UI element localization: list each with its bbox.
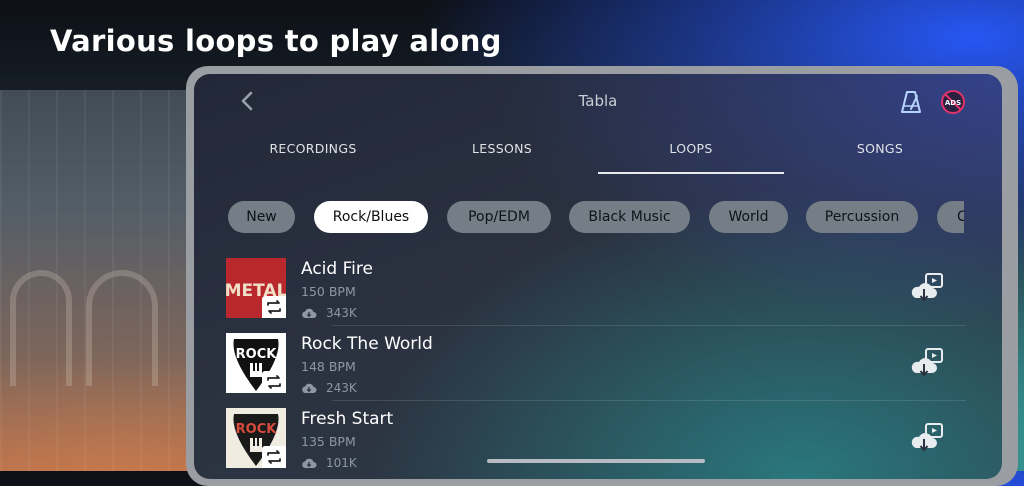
promo-headline: Various loops to play along [50,24,502,58]
chip-rock-blues[interactable]: Rock/Blues [314,201,428,233]
download-video-icon[interactable] [910,347,946,379]
download-video-icon[interactable] [910,272,946,304]
tab-label: LOOPS [669,141,713,156]
repeat-icon [267,375,281,389]
loop-bpm: 148 BPM [301,359,356,374]
cloud-download-icon [302,383,317,393]
tab-label: RECORDINGS [269,141,357,156]
loop-badge [262,296,286,318]
chip-percussion[interactable]: Percussion [806,201,918,233]
thumbnail-text: ROCK [236,422,278,437]
loop-bpm: 150 BPM [301,284,356,299]
loop-thumbnail: METAL [226,258,286,318]
loop-title: Fresh Start [301,409,394,429]
chip-partial[interactable]: C [937,201,964,233]
list-divider [332,325,966,326]
loop-download-count: 243K [326,381,357,395]
tab-songs[interactable]: SONGS [785,130,975,174]
no-ads-icon[interactable]: ADS [940,89,966,115]
chip-world[interactable]: World [709,201,788,233]
loop-bpm: 135 BPM [301,434,356,449]
tab-label: SONGS [856,141,904,156]
top-bar: Tabla ADS [194,74,1002,130]
thumbnail-text: ROCK [236,347,278,362]
tab-recordings[interactable]: RECORDINGS [218,130,408,174]
app-title: Tabla [578,92,618,110]
loop-download-count: 343K [326,306,357,320]
loop-badge [262,371,286,393]
download-video-icon[interactable] [910,422,946,454]
category-tabs: RECORDINGS LESSONS LOOPS SONGS [218,130,978,174]
background-building [0,90,190,471]
loop-title: Acid Fire [301,259,373,279]
loop-title: Rock The World [301,334,433,354]
tab-loops[interactable]: LOOPS [596,130,786,174]
loop-download-count: 101K [326,456,357,470]
loop-item[interactable]: ROCK Fresh Start 135 BPM 101K [226,402,966,476]
genre-filter-chips: New Rock/Blues Pop/EDM Black Music World… [228,201,964,235]
loop-item[interactable]: ROCK Rock The World 148 BPM 243K [226,327,966,401]
background-arch [10,270,72,386]
chip-pop-edm[interactable]: Pop/EDM [447,201,551,233]
cloud-download-icon [302,458,317,468]
tab-lessons[interactable]: LESSONS [407,130,597,174]
repeat-icon [267,450,281,464]
app-screen: Tabla ADS RECORDINGS LESSONS LOOPS SONGS… [194,74,1002,479]
metronome-icon[interactable] [900,90,922,114]
list-divider [332,400,966,401]
repeat-icon [267,300,281,314]
loop-thumbnail: ROCK [226,333,286,393]
tab-label: LESSONS [472,141,532,156]
chip-black-music[interactable]: Black Music [569,201,690,233]
home-indicator[interactable] [487,459,705,463]
loop-badge [262,446,286,468]
loop-item[interactable]: METAL Acid Fire 150 BPM 343K [226,252,966,326]
cloud-download-icon [302,308,317,318]
ads-label: ADS [945,99,961,107]
loop-thumbnail: ROCK [226,408,286,468]
chip-new[interactable]: New [228,201,295,233]
background-arch [86,270,158,386]
